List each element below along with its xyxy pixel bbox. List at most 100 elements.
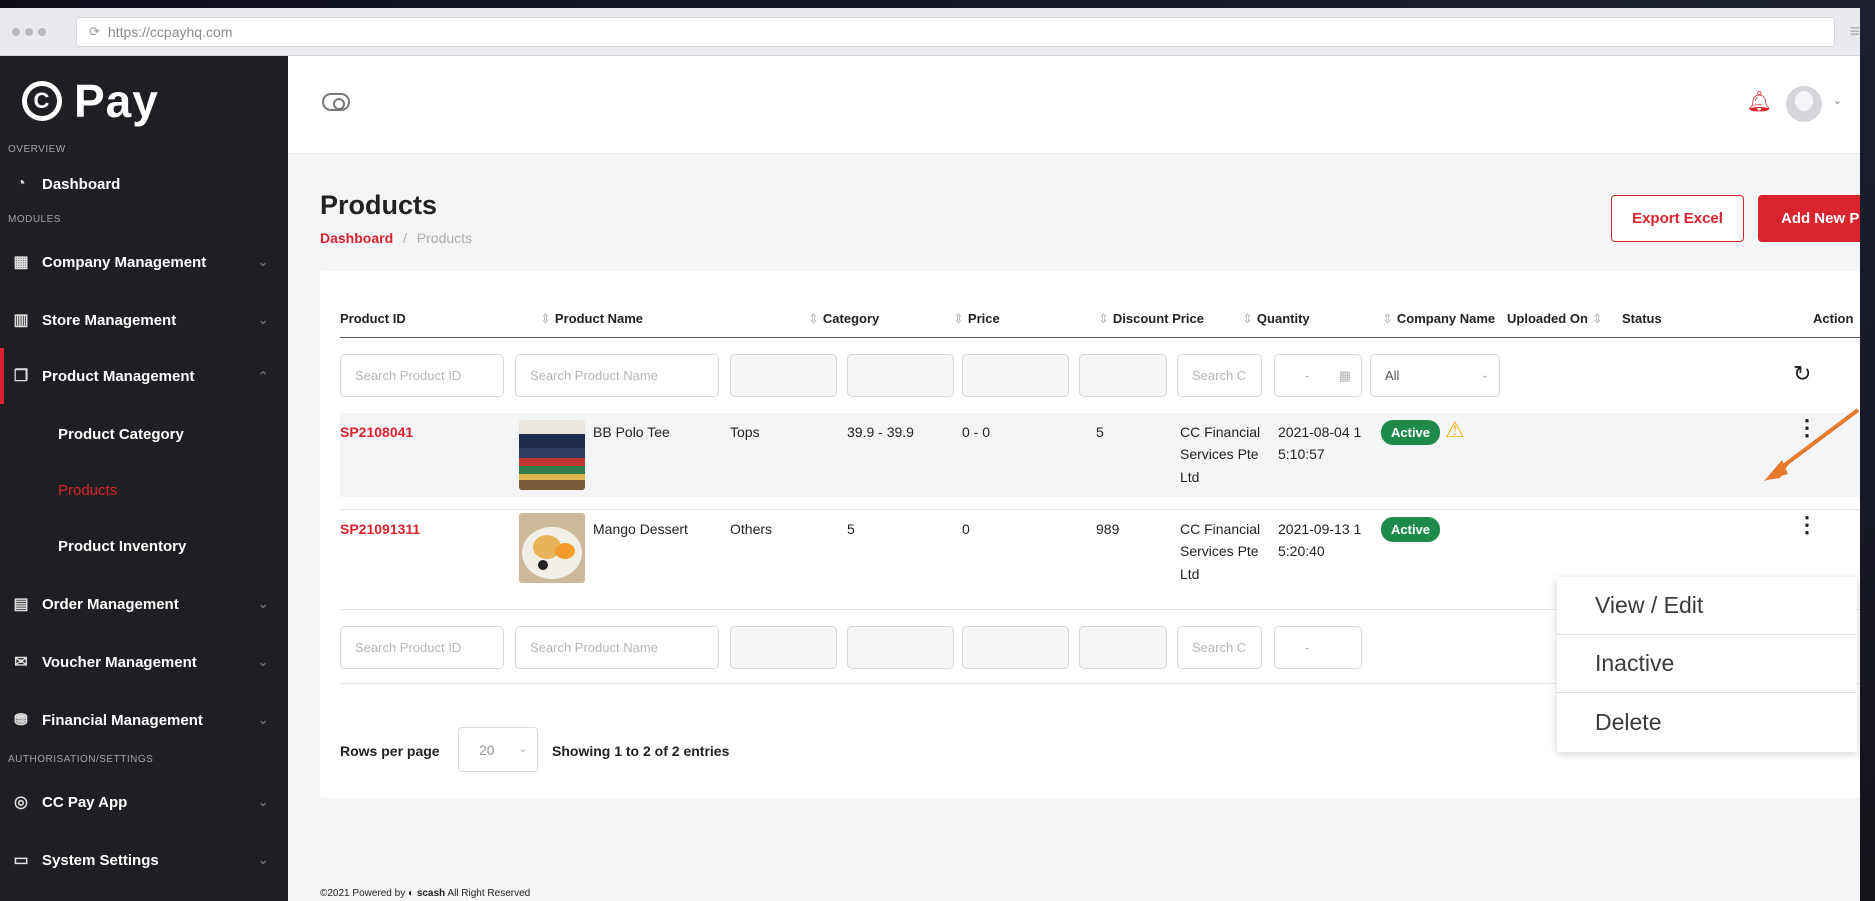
- chevron-down-icon: ⌄: [257, 853, 268, 867]
- sidebar-subitem-products[interactable]: Products: [0, 462, 288, 518]
- bell-icon[interactable]: 🔔︎: [1747, 89, 1772, 114]
- product-uploaded-on: 2021-08-04 1 5:10:57: [1278, 424, 1362, 463]
- date-filter-input-footer[interactable]: -: [1274, 626, 1362, 669]
- product-price: 5: [847, 521, 855, 537]
- globe-icon: ◎: [14, 794, 28, 811]
- address-bar[interactable]: ⟳ https://ccpayhq.com: [76, 16, 1836, 47]
- sidebar-item-product-management[interactable]: ❐ Product Management ⌃: [0, 348, 288, 404]
- sidebar-item-cc-pay-app[interactable]: ◎ CC Pay App ⌄: [0, 774, 288, 830]
- column-header-price[interactable]: ⇕ Price: [953, 311, 1000, 327]
- sidebar-item-dashboard[interactable]: ◔ Dashboard: [0, 156, 288, 212]
- brand-name: Pay: [74, 75, 159, 127]
- product-id-link[interactable]: SP2108041: [340, 421, 413, 443]
- column-header-category[interactable]: ⇕ Category: [808, 311, 879, 327]
- app-logo[interactable]: C Pay: [22, 74, 159, 128]
- search-product-id-input-footer[interactable]: Search Product ID: [340, 626, 504, 669]
- column-header-company-name[interactable]: ⇕ Company Name: [1382, 311, 1495, 327]
- product-company: CC Financial Services Pte Ltd: [1180, 521, 1261, 582]
- breadcrumb-dashboard-link[interactable]: Dashboard: [320, 230, 393, 246]
- column-header-product-name[interactable]: ⇕ Product Name: [540, 311, 643, 327]
- product-category: Tops: [730, 424, 760, 440]
- sidebar-item-store-management[interactable]: ▥ Store Management ⌄: [0, 292, 288, 348]
- sidebar-toggle-icon[interactable]: [322, 93, 350, 111]
- building-icon: ▦: [13, 254, 29, 271]
- search-product-id-input[interactable]: Search Product ID: [340, 354, 504, 397]
- sort-icon: ⇕: [1242, 311, 1253, 326]
- chevron-down-icon[interactable]: ⌄: [1833, 94, 1842, 107]
- product-id-link[interactable]: SP21091311: [340, 518, 420, 540]
- search-company-input[interactable]: Search C: [1177, 354, 1262, 397]
- product-company: CC Financial Services Pte Ltd: [1180, 424, 1261, 485]
- rows-per-page-select[interactable]: 20 ⌄: [458, 727, 538, 772]
- quantity-filter-input-footer[interactable]: [1079, 626, 1167, 669]
- row-action-dropdown: View / Edit Inactive Delete: [1557, 577, 1857, 752]
- product-price: 39.9 - 39.9: [847, 424, 914, 440]
- sidebar-item-company-management[interactable]: ▦ Company Management ⌄: [0, 234, 288, 290]
- price-filter-input[interactable]: [847, 354, 954, 397]
- avatar[interactable]: [1786, 86, 1822, 122]
- sidebar-item-label: System Settings: [42, 851, 159, 869]
- browser-window: ⟳ https://ccpayhq.com ≡ C Pay OVERVIEW ◔…: [0, 8, 1860, 901]
- store-icon: ▥: [13, 312, 29, 329]
- section-authorisation: AUTHORISATION/SETTINGS: [8, 754, 154, 765]
- box-hand-icon: ❐: [13, 368, 29, 385]
- sidebar-subitem-label: Product Inventory: [58, 537, 187, 555]
- product-thumbnail: [519, 513, 585, 583]
- scash-logo-icon: ◐: [407, 888, 415, 899]
- sidebar-item-voucher-management[interactable]: ✉ Voucher Management ⌄: [0, 634, 288, 690]
- sidebar-item-financial-management[interactable]: ⛃ Financial Management ⌄: [0, 692, 288, 748]
- delete-menu-item[interactable]: Delete: [1557, 693, 1857, 751]
- discount-filter-input[interactable]: [962, 354, 1069, 397]
- sidebar-subitem-product-category[interactable]: Product Category: [0, 406, 288, 462]
- breadcrumb-separator: /: [403, 230, 407, 246]
- status-badge: Active: [1381, 420, 1441, 445]
- sidebar-item-label: Financial Management: [42, 711, 203, 729]
- sidebar-item-system-settings[interactable]: ▭ System Settings ⌄: [0, 832, 288, 888]
- warning-icon: ⚠: [1445, 417, 1465, 442]
- search-product-name-input-footer[interactable]: Search Product Name: [515, 626, 719, 669]
- column-header-discount-price[interactable]: ⇕ Discount Price: [1098, 311, 1204, 327]
- section-overview: OVERVIEW: [8, 144, 66, 155]
- status-filter-select[interactable]: All ⌄: [1370, 354, 1500, 397]
- category-filter-input-footer[interactable]: [730, 626, 837, 669]
- browser-menu-icon[interactable]: ≡: [1849, 21, 1860, 42]
- add-new-product-button[interactable]: Add New Product: [1758, 195, 1860, 242]
- category-filter-input[interactable]: [730, 354, 837, 397]
- quantity-filter-input[interactable]: [1079, 354, 1167, 397]
- product-name: Mango Dessert: [593, 521, 688, 537]
- order-icon: ▤: [13, 596, 29, 613]
- column-header-status[interactable]: Status: [1622, 311, 1662, 326]
- chevron-down-icon: ⌄: [257, 255, 268, 269]
- product-discount-price: 0 - 0: [962, 424, 991, 440]
- search-product-name-input[interactable]: Search Product Name: [515, 354, 719, 397]
- sidebar-item-label: Voucher Management: [42, 653, 197, 671]
- window-controls[interactable]: [12, 27, 46, 36]
- date-filter-input[interactable]: - ▦: [1274, 354, 1362, 397]
- cc-logo-icon: C: [22, 81, 62, 121]
- export-excel-button[interactable]: Export Excel: [1611, 195, 1744, 242]
- product-discount-price: 0: [962, 521, 970, 537]
- inactive-menu-item[interactable]: Inactive: [1557, 635, 1857, 693]
- sort-icon: ⇕: [1098, 311, 1109, 326]
- sidebar-subitem-product-inventory[interactable]: Product Inventory: [0, 518, 288, 574]
- chevron-down-icon: ⌄: [518, 744, 527, 755]
- product-name: BB Polo Tee: [593, 424, 670, 440]
- rows-per-page-label: Rows per page: [340, 743, 440, 759]
- reload-icon[interactable]: ⟳: [89, 24, 100, 40]
- search-company-input-footer[interactable]: Search C: [1177, 626, 1262, 669]
- header-divider: [340, 337, 1860, 338]
- page-footer: ©2021 Powered by ◐ scash All Right Reser…: [320, 888, 531, 899]
- sidebar-item-order-management[interactable]: ▤ Order Management ⌄: [0, 576, 288, 632]
- refresh-icon[interactable]: ↻: [1793, 361, 1811, 387]
- row-action-menu-icon[interactable]: ⋮: [1796, 514, 1818, 536]
- price-filter-input-footer[interactable]: [847, 626, 954, 669]
- column-header-quantity[interactable]: ⇕ Quantity: [1242, 311, 1310, 327]
- column-header-uploaded-on[interactable]: Uploaded On ⇕: [1507, 311, 1607, 327]
- sidebar-item-label: Company Management: [42, 253, 207, 271]
- discount-filter-input-footer[interactable]: [962, 626, 1069, 669]
- view-edit-menu-item[interactable]: View / Edit: [1557, 577, 1857, 635]
- product-uploaded-on: 2021-09-13 1 5:20:40: [1278, 521, 1362, 560]
- sidebar-item-label: Product Management: [42, 367, 195, 385]
- column-header-product-id[interactable]: Product ID: [340, 311, 406, 326]
- sort-icon: ⇕: [540, 311, 551, 326]
